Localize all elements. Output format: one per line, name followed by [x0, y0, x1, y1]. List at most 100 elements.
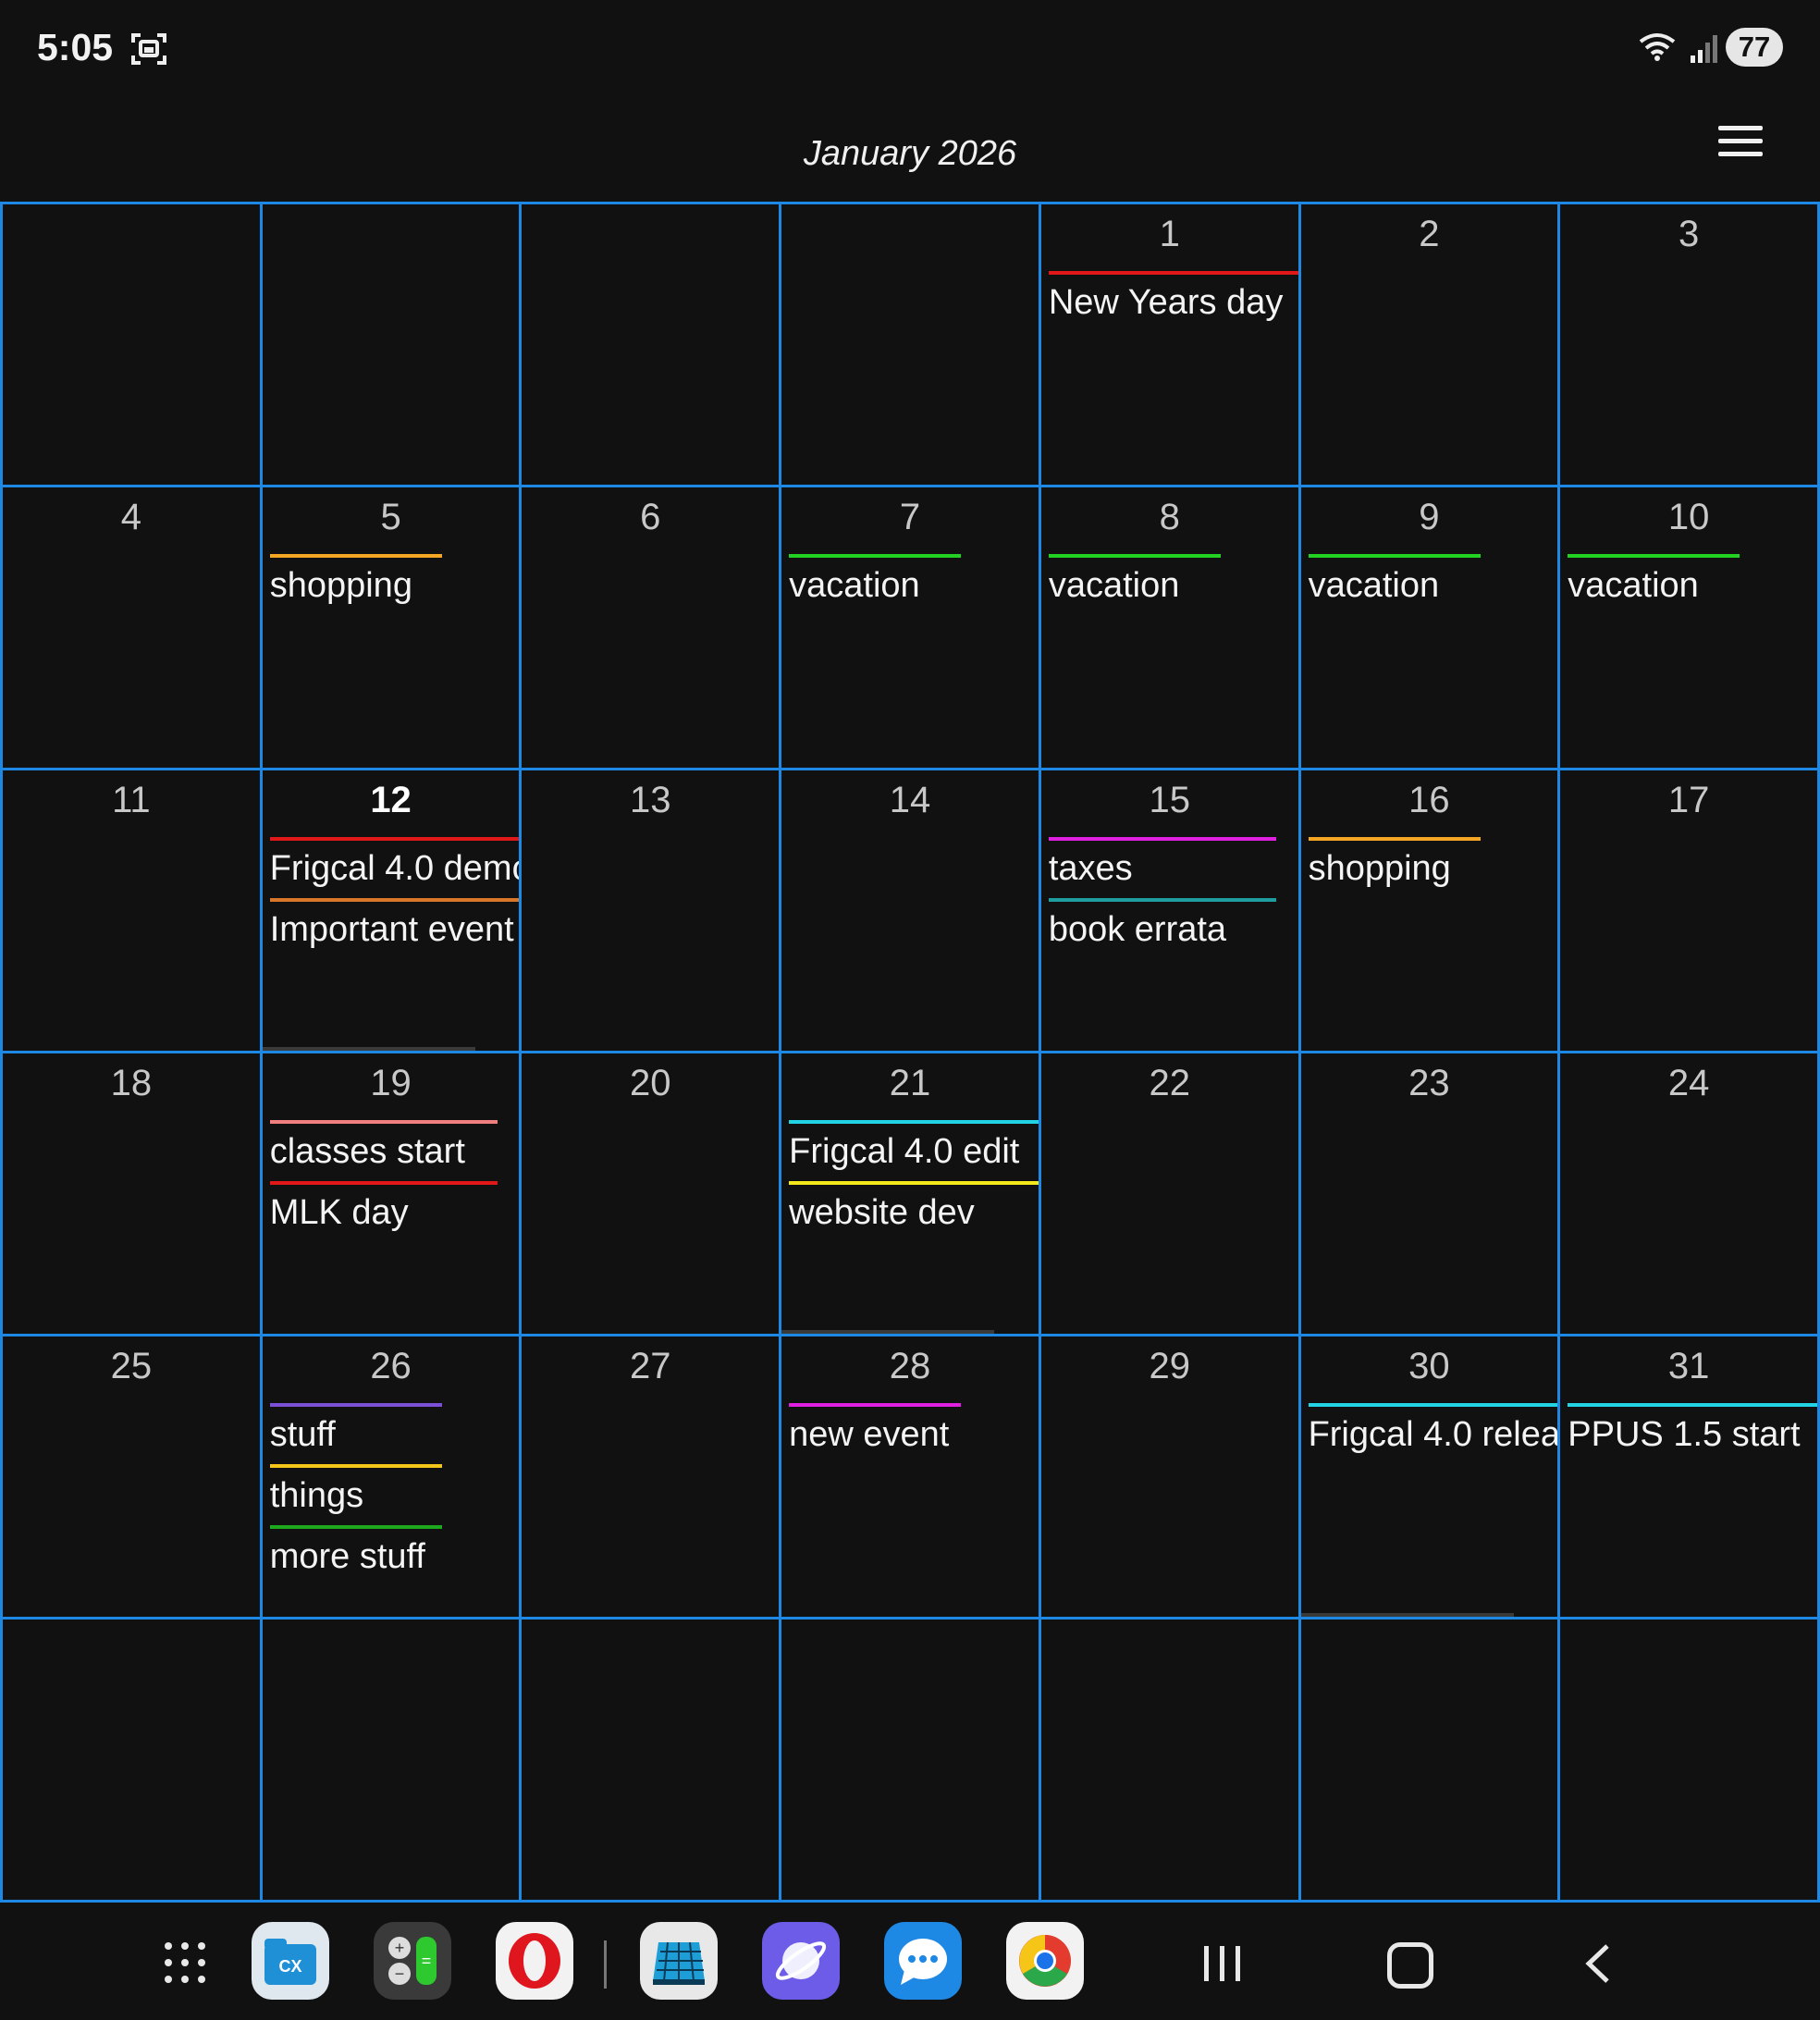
day-number — [1301, 1629, 1558, 1675]
day-cell[interactable]: 15 taxes book errata — [1040, 770, 1301, 1053]
day-number: 6 — [640, 497, 661, 537]
svg-text:=: = — [422, 1952, 432, 1970]
day-cell[interactable] — [1560, 1620, 1820, 1903]
event-item[interactable]: stuff — [269, 1403, 442, 1464]
day-cell[interactable] — [781, 1620, 1041, 1903]
calculator-app-icon[interactable]: + − = — [374, 1922, 451, 2000]
day-cell[interactable]: 1 New Years day — [1040, 204, 1301, 487]
month-grid: 1 New Years day 2 3 4 5 shopping 6 7 vacation 8 vac… — [0, 202, 1820, 1903]
day-cell[interactable] — [781, 204, 1041, 487]
month-title[interactable]: January 2026 — [0, 134, 1820, 174]
day-cell[interactable]: 11 — [3, 770, 263, 1053]
day-cell[interactable]: 7 vacation — [781, 487, 1041, 770]
day-cell[interactable]: 27 — [522, 1336, 782, 1620]
day-number: 3 — [1679, 214, 1700, 254]
event-item[interactable]: more stuff — [269, 1525, 442, 1586]
day-number: 10 — [1667, 497, 1710, 537]
day-cell[interactable] — [1300, 1620, 1561, 1903]
event-item[interactable]: Frigcal 4.0 release — [1308, 1403, 1557, 1464]
day-cell[interactable]: 3 — [1560, 204, 1820, 487]
event-item[interactable]: vacation — [1308, 554, 1481, 615]
day-cell[interactable]: 18 — [3, 1053, 263, 1336]
day-cell[interactable] — [522, 204, 782, 487]
day-number: 7 — [899, 497, 921, 537]
opera-browser-app-icon[interactable] — [496, 1922, 573, 2000]
day-number — [781, 1629, 1039, 1675]
day-cell[interactable] — [262, 1620, 523, 1903]
event-item[interactable]: shopping — [269, 554, 442, 615]
day-cell[interactable]: 8 vacation — [1040, 487, 1301, 770]
day-cell[interactable] — [522, 1620, 782, 1903]
event-item[interactable]: classes start — [269, 1120, 498, 1181]
day-cell[interactable]: 29 — [1040, 1336, 1301, 1620]
day-cell[interactable]: 17 — [1560, 770, 1820, 1053]
day-cell[interactable]: 19 classes start MLK day — [262, 1053, 523, 1336]
day-cell[interactable]: 10 vacation — [1560, 487, 1820, 770]
back-icon[interactable] — [1583, 1942, 1611, 1985]
calendar-app-icon[interactable] — [640, 1922, 718, 2000]
event-item[interactable]: New Years day — [1048, 271, 1298, 332]
day-cell[interactable]: 13 — [522, 770, 782, 1053]
day-cell[interactable]: 20 — [522, 1053, 782, 1336]
day-number: 20 — [630, 1063, 671, 1103]
event-item[interactable]: MLK day — [269, 1181, 498, 1242]
internet-browser-app-icon[interactable] — [762, 1922, 840, 2000]
day-cell[interactable]: 2 — [1300, 204, 1561, 487]
day-number — [1041, 1629, 1298, 1675]
event-item[interactable]: shopping — [1308, 837, 1481, 898]
day-cell[interactable]: 28 new event — [781, 1336, 1041, 1620]
day-cell[interactable]: 12 Frigcal 4.0 demo Important event — [262, 770, 523, 1053]
day-cell[interactable]: 25 — [3, 1336, 263, 1620]
event-item[interactable]: things — [269, 1464, 442, 1525]
event-item[interactable]: vacation — [1048, 554, 1221, 615]
day-cell[interactable]: 21 Frigcal 4.0 edit website dev — [781, 1053, 1041, 1336]
day-number — [263, 214, 520, 260]
day-number: 29 — [1149, 1346, 1190, 1386]
day-number: 30 — [1408, 1346, 1450, 1386]
day-number: 31 — [1667, 1346, 1710, 1386]
event-item[interactable]: taxes — [1048, 837, 1276, 898]
day-number: 16 — [1408, 780, 1450, 820]
day-number: 23 — [1408, 1063, 1450, 1103]
event-item[interactable]: PPUS 1.5 start — [1568, 1403, 1817, 1464]
day-cell[interactable]: 5 shopping — [262, 487, 523, 770]
more-events-indicator — [1300, 1613, 1514, 1617]
day-number — [3, 1629, 260, 1675]
event-item[interactable]: Frigcal 4.0 edit — [789, 1120, 1039, 1181]
event-item[interactable]: website dev — [789, 1181, 1039, 1242]
day-cell[interactable]: 16 shopping — [1300, 770, 1561, 1053]
day-cell[interactable]: 30 Frigcal 4.0 release — [1300, 1336, 1561, 1620]
event-item[interactable]: vacation — [1568, 554, 1740, 615]
event-item[interactable]: Important event — [269, 898, 520, 959]
app-drawer-icon[interactable] — [163, 1940, 205, 1983]
day-cell[interactable]: 6 — [522, 487, 782, 770]
day-cell[interactable]: 9 vacation — [1300, 487, 1561, 770]
day-cell[interactable]: 4 — [3, 487, 263, 770]
menu-icon[interactable] — [1718, 124, 1765, 161]
day-number — [3, 214, 260, 260]
event-item[interactable]: vacation — [789, 554, 962, 615]
day-cell[interactable]: 22 — [1040, 1053, 1301, 1336]
day-cell[interactable] — [3, 1620, 263, 1903]
day-cell[interactable] — [262, 204, 523, 487]
event-item[interactable]: new event — [789, 1403, 962, 1464]
day-cell[interactable] — [3, 204, 263, 487]
recent-apps-icon[interactable] — [1202, 1944, 1243, 1983]
event-item[interactable]: book errata — [1048, 898, 1276, 959]
day-number: 2 — [1419, 214, 1440, 254]
day-cell[interactable] — [1040, 1620, 1301, 1903]
day-number — [781, 214, 1039, 260]
day-cell[interactable]: 23 — [1300, 1053, 1561, 1336]
messages-app-icon[interactable] — [884, 1922, 962, 2000]
event-item[interactable]: Frigcal 4.0 demo — [269, 837, 519, 898]
day-cell[interactable]: 31 PPUS 1.5 start — [1560, 1336, 1820, 1620]
day-number: 11 — [112, 780, 151, 820]
home-icon[interactable] — [1387, 1942, 1433, 1989]
day-cell[interactable]: 24 — [1560, 1053, 1820, 1336]
chrome-app-icon[interactable] — [1006, 1922, 1084, 2000]
day-cell[interactable]: 14 — [781, 770, 1041, 1053]
day-cell[interactable]: 26 stuff things more stuff — [262, 1336, 523, 1620]
day-number: 27 — [630, 1346, 671, 1386]
day-number — [522, 1629, 779, 1675]
file-manager-app-icon[interactable]: CX — [252, 1922, 329, 2000]
